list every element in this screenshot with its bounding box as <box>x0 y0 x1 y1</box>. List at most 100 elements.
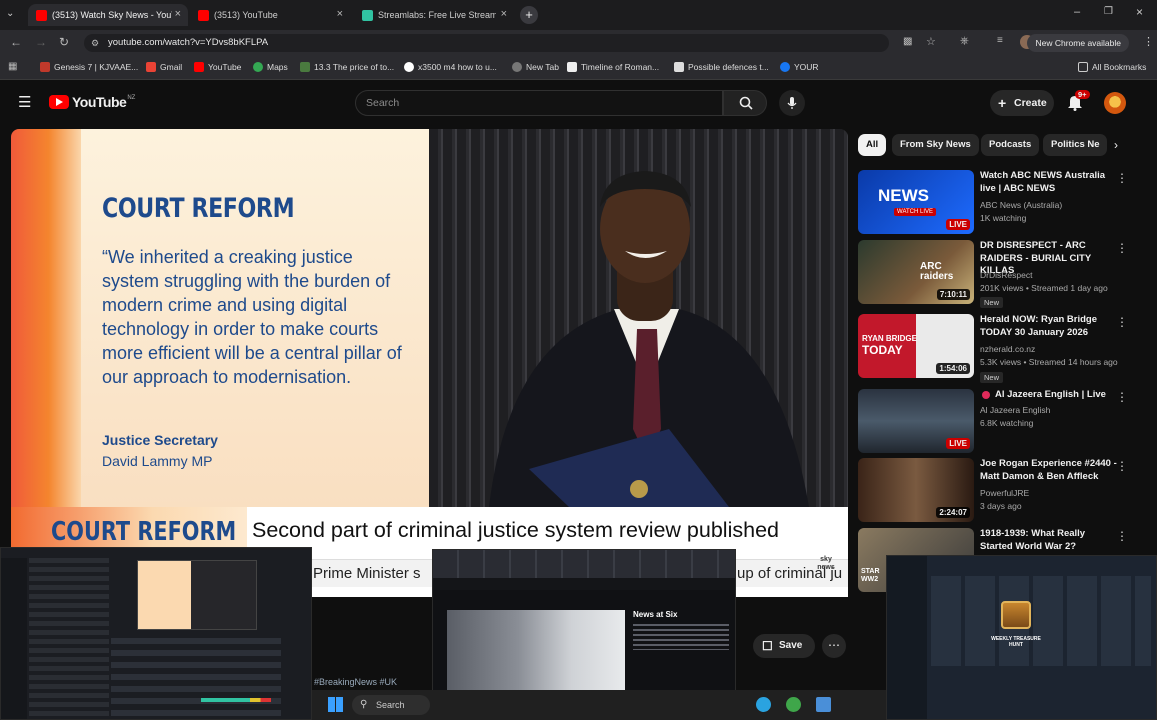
more-options-icon[interactable]: ⋮ <box>1116 390 1128 404</box>
recommendation-item[interactable]: 2:24:07 Joe Rogan Experience #2440 - Mat… <box>858 458 1148 524</box>
more-options-icon[interactable]: ⋮ <box>1116 171 1128 185</box>
forward-icon[interactable]: → <box>35 35 47 49</box>
bookmark-price-of[interactable]: 13.3 The price of to... <box>300 62 394 72</box>
bookmark-new-tab[interactable]: New Tab <box>512 62 559 72</box>
close-tab-icon[interactable]: × <box>501 8 507 20</box>
tab-watch-sky-news[interactable]: (3513) Watch Sky News - YouTube × <box>28 4 188 26</box>
bookmark-label: YouTube <box>208 62 242 72</box>
save-button[interactable]: ☐ Save <box>753 634 815 658</box>
search-input[interactable]: Search <box>355 90 723 116</box>
game-launcher-window[interactable]: WEEKLY TREASURE HUNT <box>886 555 1157 720</box>
site-info-icon[interactable]: ⚙ <box>91 34 99 52</box>
close-window-icon[interactable]: × <box>1136 5 1143 19</box>
channel-name[interactable]: PowerfulJRE <box>980 488 1029 498</box>
bookmark-label: New Tab <box>526 62 559 72</box>
hamburger-menu-icon[interactable]: ☰ <box>18 93 31 111</box>
video-thumbnail[interactable]: LIVE <box>858 389 974 453</box>
bookmark-save-icon: ☐ <box>762 639 773 653</box>
chip-all[interactable]: All <box>858 134 887 156</box>
close-tab-icon[interactable]: × <box>337 8 343 20</box>
windows-start-icon[interactable] <box>328 697 343 712</box>
live-dot-icon <box>982 391 990 399</box>
all-bookmarks[interactable]: All Bookmarks <box>1078 62 1146 72</box>
chip-podcasts[interactable]: Podcasts <box>981 134 1040 156</box>
file-icon[interactable] <box>816 697 831 712</box>
channel-name[interactable]: ABC News (Australia) <box>980 200 1062 210</box>
telegram-icon[interactable] <box>756 697 771 712</box>
more-options-icon[interactable]: ⋮ <box>1116 241 1128 255</box>
more-options-icon[interactable]: ⋮ <box>1116 529 1128 543</box>
nested-nav <box>433 578 735 590</box>
bookmark-gmail[interactable]: Gmail <box>146 62 182 72</box>
maximize-icon[interactable]: ❐ <box>1104 6 1113 17</box>
apps-grid-icon[interactable]: ▦ <box>8 61 17 72</box>
search-button[interactable] <box>723 90 767 116</box>
bookmark-your[interactable]: YOUR <box>780 62 819 72</box>
tab-youtube[interactable]: (3513) YouTube × <box>190 4 350 26</box>
video-thumbnail[interactable]: NEWS WATCH LIVE LIVE <box>858 170 974 234</box>
google-icon <box>404 62 414 72</box>
chip-politics-news[interactable]: Politics Ne <box>1043 134 1107 156</box>
notifications-button[interactable]: 9+ <box>1067 90 1090 116</box>
bookmark-label: x3500 m4 how to u... <box>418 62 497 72</box>
search-icon <box>739 96 753 110</box>
launcher-sidebar <box>887 556 927 719</box>
video-thumbnail[interactable]: ARC raiders 7:10:11 <box>858 240 974 304</box>
install-app-icon[interactable]: ▩ <box>903 36 912 47</box>
more-actions-button[interactable]: ⋯ <box>822 634 846 658</box>
app-icon[interactable] <box>786 697 801 712</box>
thumbnail-text: ARC raiders <box>920 261 954 282</box>
bookmark-youtube[interactable]: YouTube <box>194 62 241 72</box>
nested-browser-window[interactable]: News at Six <box>432 549 736 709</box>
reload-icon[interactable]: ↻ <box>59 35 69 49</box>
chip-from-sky-news[interactable]: From Sky News <box>892 134 979 156</box>
taskbar-search-label: Search <box>376 700 405 710</box>
video-title[interactable]: Joe Rogan Experience #2440 - Matt Damon … <box>980 458 1120 483</box>
bookmark-x3500[interactable]: x3500 m4 how to u... <box>404 62 497 72</box>
new-chrome-available-button[interactable]: New Chrome available <box>1027 34 1129 52</box>
bookmark-star-icon[interactable]: ☆ <box>926 35 936 48</box>
video-thumbnail[interactable]: RYAN BRIDGE TODAY 1:54:06 <box>858 314 974 378</box>
chrome-menu-icon[interactable]: ⋮ <box>1143 35 1154 48</box>
video-thumbnail[interactable]: 2:24:07 <box>858 458 974 522</box>
hashtags[interactable]: #BreakingNews #UK <box>314 677 397 687</box>
new-tab-icon[interactable]: + <box>520 6 538 24</box>
tab-search-icon[interactable]: ⌄ <box>6 8 14 19</box>
voice-search-button[interactable] <box>779 90 805 116</box>
minimize-icon[interactable]: – <box>1074 6 1080 18</box>
channel-name[interactable]: nzherald.co.nz <box>980 344 1035 354</box>
more-options-icon[interactable]: ⋮ <box>1116 459 1128 473</box>
globe-icon <box>512 62 522 72</box>
recommendation-item[interactable]: NEWS WATCH LIVE LIVE Watch ABC NEWS Aust… <box>858 170 1148 236</box>
facebook-icon <box>780 62 790 72</box>
extensions-icon[interactable]: ⎈ <box>960 35 969 48</box>
bookmark-possible-defences[interactable]: Possible defences t... <box>674 62 769 72</box>
youtube-logo[interactable]: YouTube NZ <box>49 94 135 110</box>
chevron-right-icon[interactable]: › <box>1114 138 1118 152</box>
youtube-play-icon <box>49 95 69 109</box>
video-player[interactable]: COURT REFORM “We inherited a creaking ju… <box>11 129 848 597</box>
recommendation-item[interactable]: RYAN BRIDGE TODAY 1:54:06 Herald NOW: Ry… <box>858 314 1148 383</box>
address-bar[interactable]: ⚙ youtube.com/watch?v=YDvs8bKFLPA <box>84 34 889 52</box>
channel-name[interactable]: DrDisRespect <box>980 270 1032 280</box>
back-icon[interactable]: ← <box>10 35 22 49</box>
close-tab-icon[interactable]: × <box>175 8 181 20</box>
video-title[interactable]: Watch ABC NEWS Australia live | ABC NEWS <box>980 170 1120 195</box>
bookmark-maps[interactable]: Maps <box>253 62 288 72</box>
bookmark-genesis[interactable]: Genesis 7 | KJVAAE... <box>40 62 138 72</box>
reading-list-icon[interactable]: ≡ <box>997 35 1003 46</box>
tab-streamlabs[interactable]: Streamlabs: Free Live Stream × <box>354 4 514 26</box>
taskbar-search[interactable]: ⚲ Search <box>352 695 430 715</box>
bookmark-timeline-roman[interactable]: Timeline of Roman... <box>567 62 659 72</box>
channel-name[interactable]: Al Jazeera English <box>980 405 1050 415</box>
more-options-icon[interactable]: ⋮ <box>1116 315 1128 329</box>
recommendation-item[interactable]: LIVE Al Jazeera English | Live Al Jazeer… <box>858 389 1148 455</box>
recommendation-item[interactable]: ARC raiders 7:10:11 DR DISRESPECT - ARC … <box>858 240 1148 308</box>
streamlabs-favicon-icon <box>362 9 373 21</box>
create-button[interactable]: + Create <box>990 90 1054 116</box>
video-title[interactable]: 1918-1939: What Really Started World War… <box>980 528 1120 553</box>
video-title[interactable]: Herald NOW: Ryan Bridge TODAY 30 January… <box>980 314 1120 339</box>
account-avatar[interactable] <box>1104 92 1126 114</box>
video-title[interactable]: Al Jazeera English | Live <box>995 389 1135 402</box>
streaming-software-window[interactable] <box>0 547 312 720</box>
